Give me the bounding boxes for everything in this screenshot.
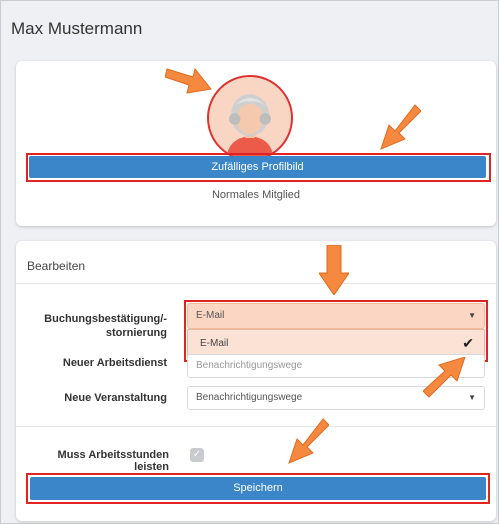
section-divider bbox=[16, 426, 496, 427]
new-work-duty-label: Neuer Arbeitsdienst bbox=[62, 357, 167, 369]
new-work-duty-select[interactable]: Benachrichtigungswege bbox=[187, 354, 485, 378]
dropdown-highlight bbox=[184, 300, 488, 362]
app-frame: Max Mustermann Zufälliges Profilbild Nor… bbox=[0, 0, 499, 524]
booking-confirmation-label-text: Buchungsbestätigung/- stornierung bbox=[44, 313, 167, 339]
new-event-label: Neue Veranstaltung bbox=[64, 392, 167, 404]
member-type-label: Normales Mitglied bbox=[211, 189, 301, 201]
new-event-select[interactable]: Benachrichtigungswege ▼ bbox=[187, 386, 485, 410]
work-hours-checkbox[interactable]: ✓ bbox=[190, 448, 204, 462]
work-hours-label: Muss Arbeitsstunden leisten bbox=[57, 449, 169, 473]
avatar bbox=[207, 75, 293, 161]
new-event-placeholder: Benachrichtigungswege bbox=[196, 392, 303, 403]
edit-section-title: Bearbeiten bbox=[27, 259, 86, 273]
save-button-highlight bbox=[26, 473, 490, 504]
booking-confirmation-label: Buchungsbestätigung/- stornierung bbox=[41, 312, 167, 340]
caret-down-icon: ▼ bbox=[468, 393, 476, 402]
section-divider bbox=[16, 283, 496, 284]
profile-button-highlight bbox=[26, 153, 491, 182]
new-work-duty-placeholder: Benachrichtigungswege bbox=[196, 360, 303, 371]
page-title: Max Mustermann bbox=[11, 19, 143, 38]
grandmother-avatar-icon bbox=[209, 77, 291, 159]
